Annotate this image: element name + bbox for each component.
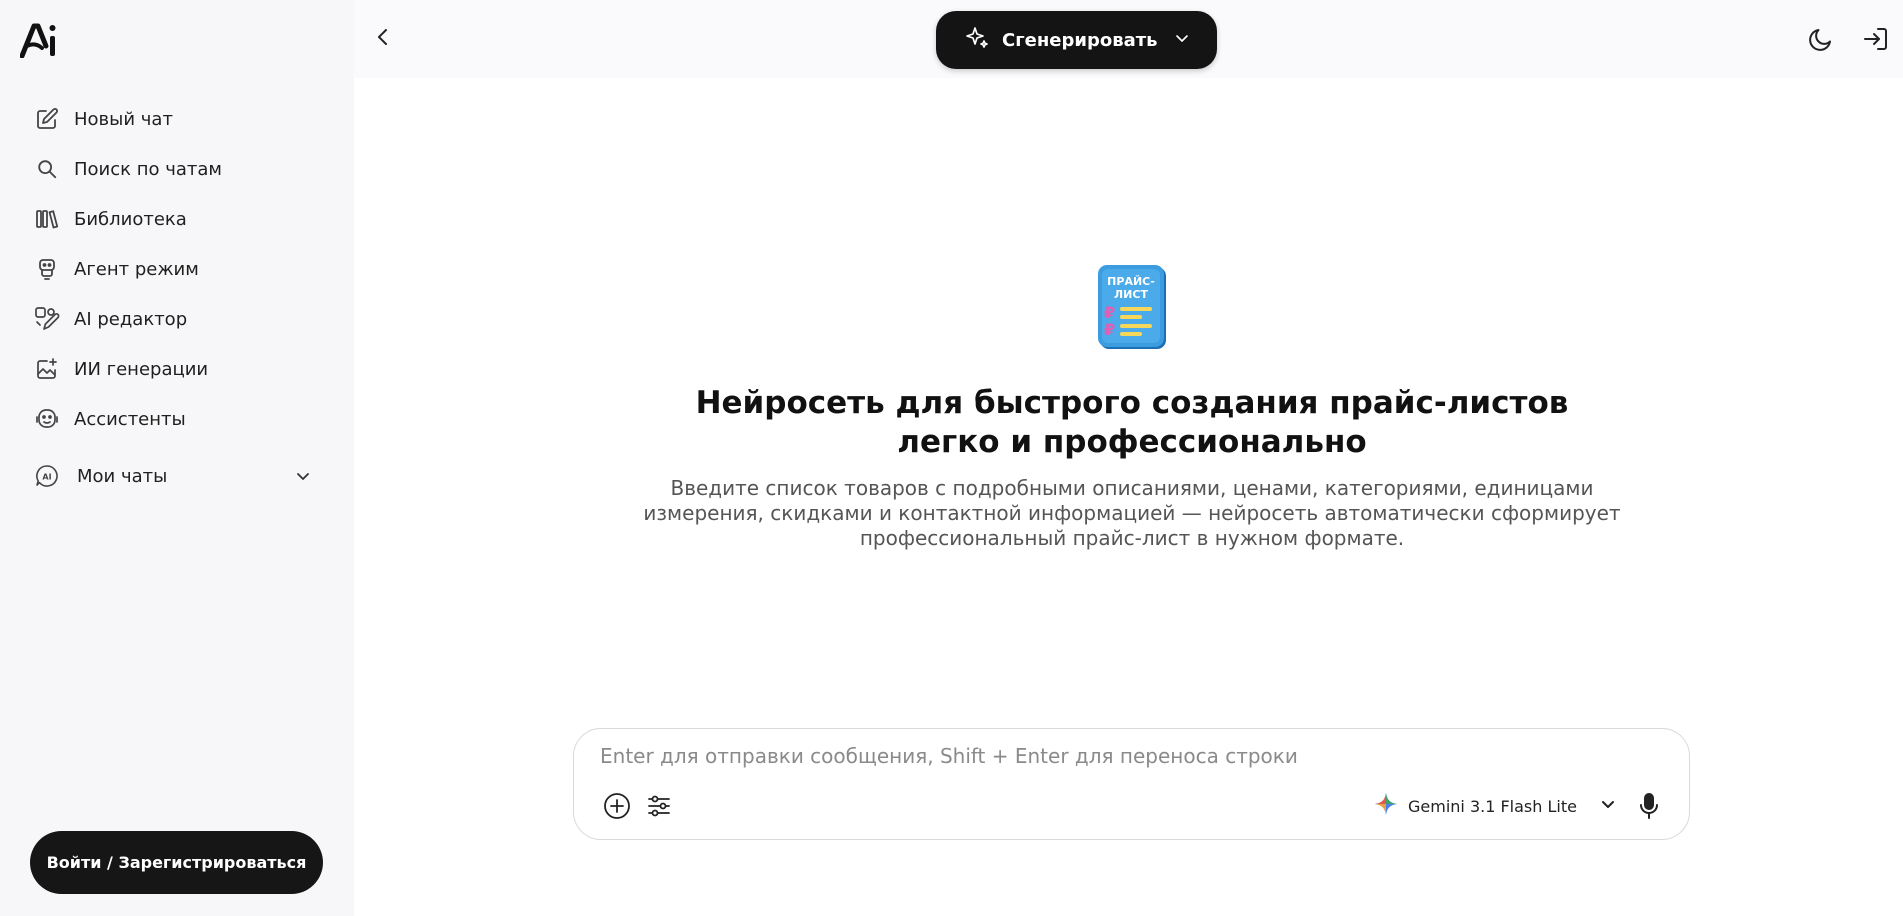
chevron-down-icon[interactable] (294, 467, 312, 485)
voice-input-button[interactable] (1634, 791, 1664, 821)
robot-icon (34, 256, 60, 282)
logo-icon (19, 23, 56, 59)
sidebar-item-label: Новый чат (74, 108, 173, 130)
svg-text:₽: ₽ (1104, 320, 1115, 339)
model-selector[interactable]: Gemini 3.1 Flash Lite (1374, 791, 1617, 821)
sidebar-item-ai-generations[interactable]: ИИ генерации (28, 344, 328, 394)
svg-text:ПРАЙС-: ПРАЙС- (1107, 275, 1155, 288)
login-register-button[interactable]: Войти / Зарегистрироваться (30, 831, 323, 894)
gemini-icon (1374, 792, 1398, 820)
logo[interactable] (19, 22, 60, 59)
price-list-icon: ПРАЙС- ЛИСТ ₽ ₽ (1096, 263, 1168, 351)
svg-text:ЛИСТ: ЛИСТ (1114, 288, 1148, 301)
search-icon (34, 156, 60, 182)
sliders-icon (648, 795, 670, 817)
chevron-down-icon (1174, 30, 1190, 50)
sidebar-item-agent-mode[interactable]: Агент режим (28, 244, 328, 294)
chevron-down-icon (1599, 795, 1617, 817)
sidebar-item-label: Агент режим (74, 258, 199, 280)
sidebar-item-label: Поиск по чатам (74, 158, 222, 180)
message-input[interactable] (600, 741, 1660, 771)
sidebar-item-search-chats[interactable]: Поиск по чатам (28, 144, 328, 194)
sidebar-item-my-chats[interactable]: AI Мои чаты (28, 451, 328, 501)
page-title: Нейросеть для быстрого создания прайс-ли… (695, 385, 1569, 460)
sidebar-item-label: Ассистенты (74, 408, 186, 430)
collapse-sidebar-button[interactable] (370, 24, 396, 50)
sign-in-button[interactable] (1861, 24, 1891, 54)
sparkle-icon (964, 25, 990, 55)
sidebar: Новый чат Поиск по чатам Библиотека Аген… (0, 0, 354, 916)
page-description: Введите список товаров с подробными опис… (643, 476, 1621, 550)
sidebar-item-label: ИИ генерации (74, 358, 209, 380)
microphone-icon (1640, 793, 1658, 819)
edit-icon (34, 106, 60, 132)
login-icon (1864, 28, 1887, 50)
theme-toggle-button[interactable] (1806, 24, 1836, 54)
settings-button[interactable] (644, 791, 674, 821)
sidebar-nav: Новый чат Поиск по чатам Библиотека Аген… (28, 94, 328, 501)
plus-circle-icon (604, 793, 630, 819)
generate-button-label: Сгенерировать (1002, 29, 1158, 51)
message-composer: Gemini 3.1 Flash Lite (573, 728, 1690, 840)
ai-editor-icon (34, 306, 60, 332)
sidebar-item-ai-editor[interactable]: AI редактор (28, 294, 328, 344)
sidebar-item-library[interactable]: Библиотека (28, 194, 328, 244)
sidebar-item-new-chat[interactable]: Новый чат (28, 94, 328, 144)
svg-text:AI: AI (42, 473, 51, 482)
sidebar-item-label: Мои чаты (77, 465, 168, 487)
ai-chat-icon: AI (34, 463, 60, 489)
model-name: Gemini 3.1 Flash Lite (1408, 796, 1577, 816)
assistant-face-icon (34, 406, 60, 432)
moon-icon (1809, 29, 1831, 51)
attach-button[interactable] (602, 791, 632, 821)
generate-button[interactable]: Сгенерировать (936, 11, 1217, 69)
sidebar-item-assistants[interactable]: Ассистенты (28, 394, 328, 444)
sidebar-item-label: AI редактор (74, 308, 188, 330)
chevron-left-icon (378, 29, 387, 45)
sidebar-item-label: Библиотека (74, 208, 187, 230)
image-sparkle-icon (34, 356, 60, 382)
library-icon (34, 206, 60, 232)
